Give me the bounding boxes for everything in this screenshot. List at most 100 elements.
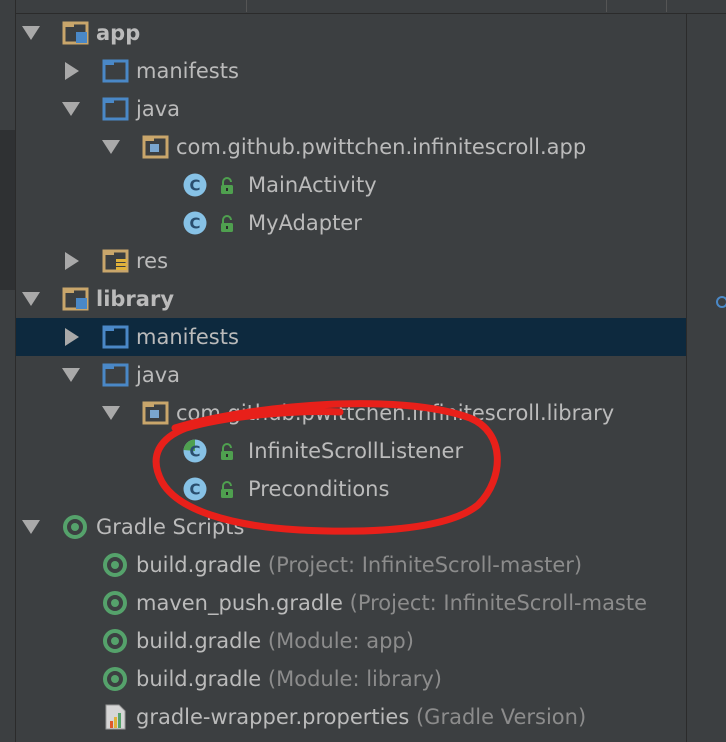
tree-row-name: library	[96, 287, 175, 311]
expand-arrow-icon[interactable]	[62, 102, 80, 116]
lock-icon	[219, 480, 235, 498]
gradle-file-icon	[102, 666, 130, 692]
tree-row-name: com.github.pwittchen.infinitescroll.libr…	[176, 401, 615, 425]
collapse-arrow-icon[interactable]	[65, 252, 79, 270]
svg-text:C: C	[189, 177, 200, 195]
tree-row[interactable]: build.gradle (Module: library)	[16, 660, 686, 698]
package-icon	[142, 400, 170, 426]
tree-row-name: res	[136, 249, 169, 273]
gradle-file-icon	[102, 552, 130, 578]
tree-row[interactable]: gradle-wrapper.properties (Gradle Versio…	[16, 698, 686, 736]
panel-divider[interactable]	[686, 14, 687, 742]
tree-row-label: gradle-wrapper.properties (Gradle Versio…	[136, 705, 586, 729]
tree-row-name: Gradle Scripts	[96, 515, 245, 539]
expand-arrow-icon[interactable]	[22, 292, 40, 306]
module-folder-icon	[62, 20, 90, 46]
expand-arrow-icon[interactable]	[22, 26, 40, 40]
tree-row-hint: (Module: app)	[261, 629, 414, 653]
tree-row-label: MainActivity	[248, 173, 377, 197]
tree-row-name: build.gradle	[136, 629, 262, 653]
gradle-file-icon	[102, 590, 130, 616]
tree-row[interactable]: C InfiniteScrollListener	[16, 432, 686, 470]
collapse-arrow-icon[interactable]	[65, 62, 79, 80]
tree-row-name: manifests	[136, 59, 239, 83]
module-folder-icon	[62, 286, 90, 312]
tree-row[interactable]: build.gradle (Project: InfiniteScroll-ma…	[16, 546, 686, 584]
expand-arrow-icon[interactable]	[62, 368, 80, 382]
svg-text:C: C	[189, 215, 200, 233]
project-tree[interactable]: app manifests java com.github.pwittchen.inf…	[16, 14, 686, 742]
folder-icon	[102, 96, 130, 122]
tree-row-name: maven_push.gradle	[136, 591, 343, 615]
expand-arrow-icon[interactable]	[102, 140, 120, 154]
tree-row[interactable]: Gradle Scripts	[16, 508, 686, 546]
tree-row[interactable]: C MyAdapter	[16, 204, 686, 242]
left-tool-window-strip	[0, 0, 16, 742]
package-icon	[142, 134, 170, 160]
tree-row[interactable]: app	[16, 14, 686, 52]
tree-row-hint: (Module: library)	[261, 667, 442, 691]
tree-row-name: app	[96, 21, 141, 45]
tree-row-label: com.github.pwittchen.infinitescroll.libr…	[176, 401, 614, 425]
project-panel-header	[16, 0, 726, 14]
lock-icon	[219, 214, 235, 232]
tree-row-label: manifests	[136, 59, 239, 83]
folder-icon	[102, 324, 130, 350]
tree-row[interactable]: res	[16, 242, 686, 280]
tree-row-label: com.github.pwittchen.infinitescroll.app	[176, 135, 586, 159]
project-tool-tab[interactable]	[0, 130, 15, 290]
folder-icon	[102, 58, 130, 84]
folder-icon	[102, 362, 130, 388]
tree-row-label: build.gradle (Module: app)	[136, 629, 414, 653]
tree-row-hint: (Project: InfiniteScroll-maste	[342, 591, 648, 615]
structure-tool-tab[interactable]	[0, 340, 15, 490]
tree-row[interactable]: com.github.pwittchen.infinitescroll.libr…	[16, 394, 686, 432]
tree-row[interactable]: maven_push.gradle (Project: InfiniteScro…	[16, 584, 686, 622]
class-icon: C	[182, 172, 210, 198]
svg-text:C: C	[189, 443, 200, 461]
tree-row[interactable]: manifests	[16, 52, 686, 90]
tree-row-name: InfiniteScrollListener	[248, 439, 464, 463]
tree-row-label: res	[136, 249, 168, 273]
tree-row[interactable]: build.gradle (Module: app)	[16, 622, 686, 660]
tree-row[interactable]: com.github.pwittchen.infinitescroll.app	[16, 128, 686, 166]
lock-icon	[219, 442, 235, 460]
interface-icon: C	[182, 438, 210, 464]
tree-row[interactable]: C Preconditions	[16, 470, 686, 508]
tree-row-label: InfiniteScrollListener	[248, 439, 463, 463]
tree-row-label: app	[96, 21, 140, 45]
tree-row-name: build.gradle	[136, 667, 262, 691]
tree-row-label: build.gradle (Module: library)	[136, 667, 442, 691]
tree-row-name: Preconditions	[248, 477, 390, 501]
tree-row-name: MyAdapter	[248, 211, 362, 235]
tree-row-label: Preconditions	[248, 477, 389, 501]
tree-row-label: java	[136, 363, 180, 387]
tree-row[interactable]: C MainActivity	[16, 166, 686, 204]
class-icon: C	[182, 476, 210, 502]
tree-row[interactable]: library	[16, 280, 686, 318]
tree-row-hint: (Project: InfiniteScroll-master)	[261, 553, 583, 577]
tree-row-hint: (Gradle Version)	[409, 705, 587, 729]
expand-arrow-icon[interactable]	[102, 406, 120, 420]
tree-row-name: java	[136, 363, 180, 387]
tree-row-label: MyAdapter	[248, 211, 362, 235]
collapse-arrow-icon[interactable]	[65, 328, 79, 346]
captures-tool-tab[interactable]	[0, 0, 15, 95]
tree-row-label: manifests	[136, 325, 239, 349]
tree-row-name: gradle-wrapper.properties	[136, 705, 410, 729]
tree-row-label: Gradle Scripts	[96, 515, 244, 539]
tree-row-label: build.gradle (Project: InfiniteScroll-ma…	[136, 553, 582, 577]
gradle-scripts-icon	[62, 514, 90, 540]
tree-row[interactable]: java	[16, 356, 686, 394]
lock-icon	[219, 176, 235, 194]
tree-row[interactable]: manifests	[16, 318, 686, 356]
tree-row[interactable]: java	[16, 90, 686, 128]
expand-arrow-icon[interactable]	[22, 520, 40, 534]
gradle-file-icon	[102, 628, 130, 654]
svg-text:C: C	[189, 481, 200, 499]
tree-row-label: java	[136, 97, 180, 121]
properties-file-icon	[102, 704, 130, 730]
tree-row-name: java	[136, 97, 180, 121]
class-icon: C	[182, 210, 210, 236]
tree-row-name: MainActivity	[248, 173, 377, 197]
